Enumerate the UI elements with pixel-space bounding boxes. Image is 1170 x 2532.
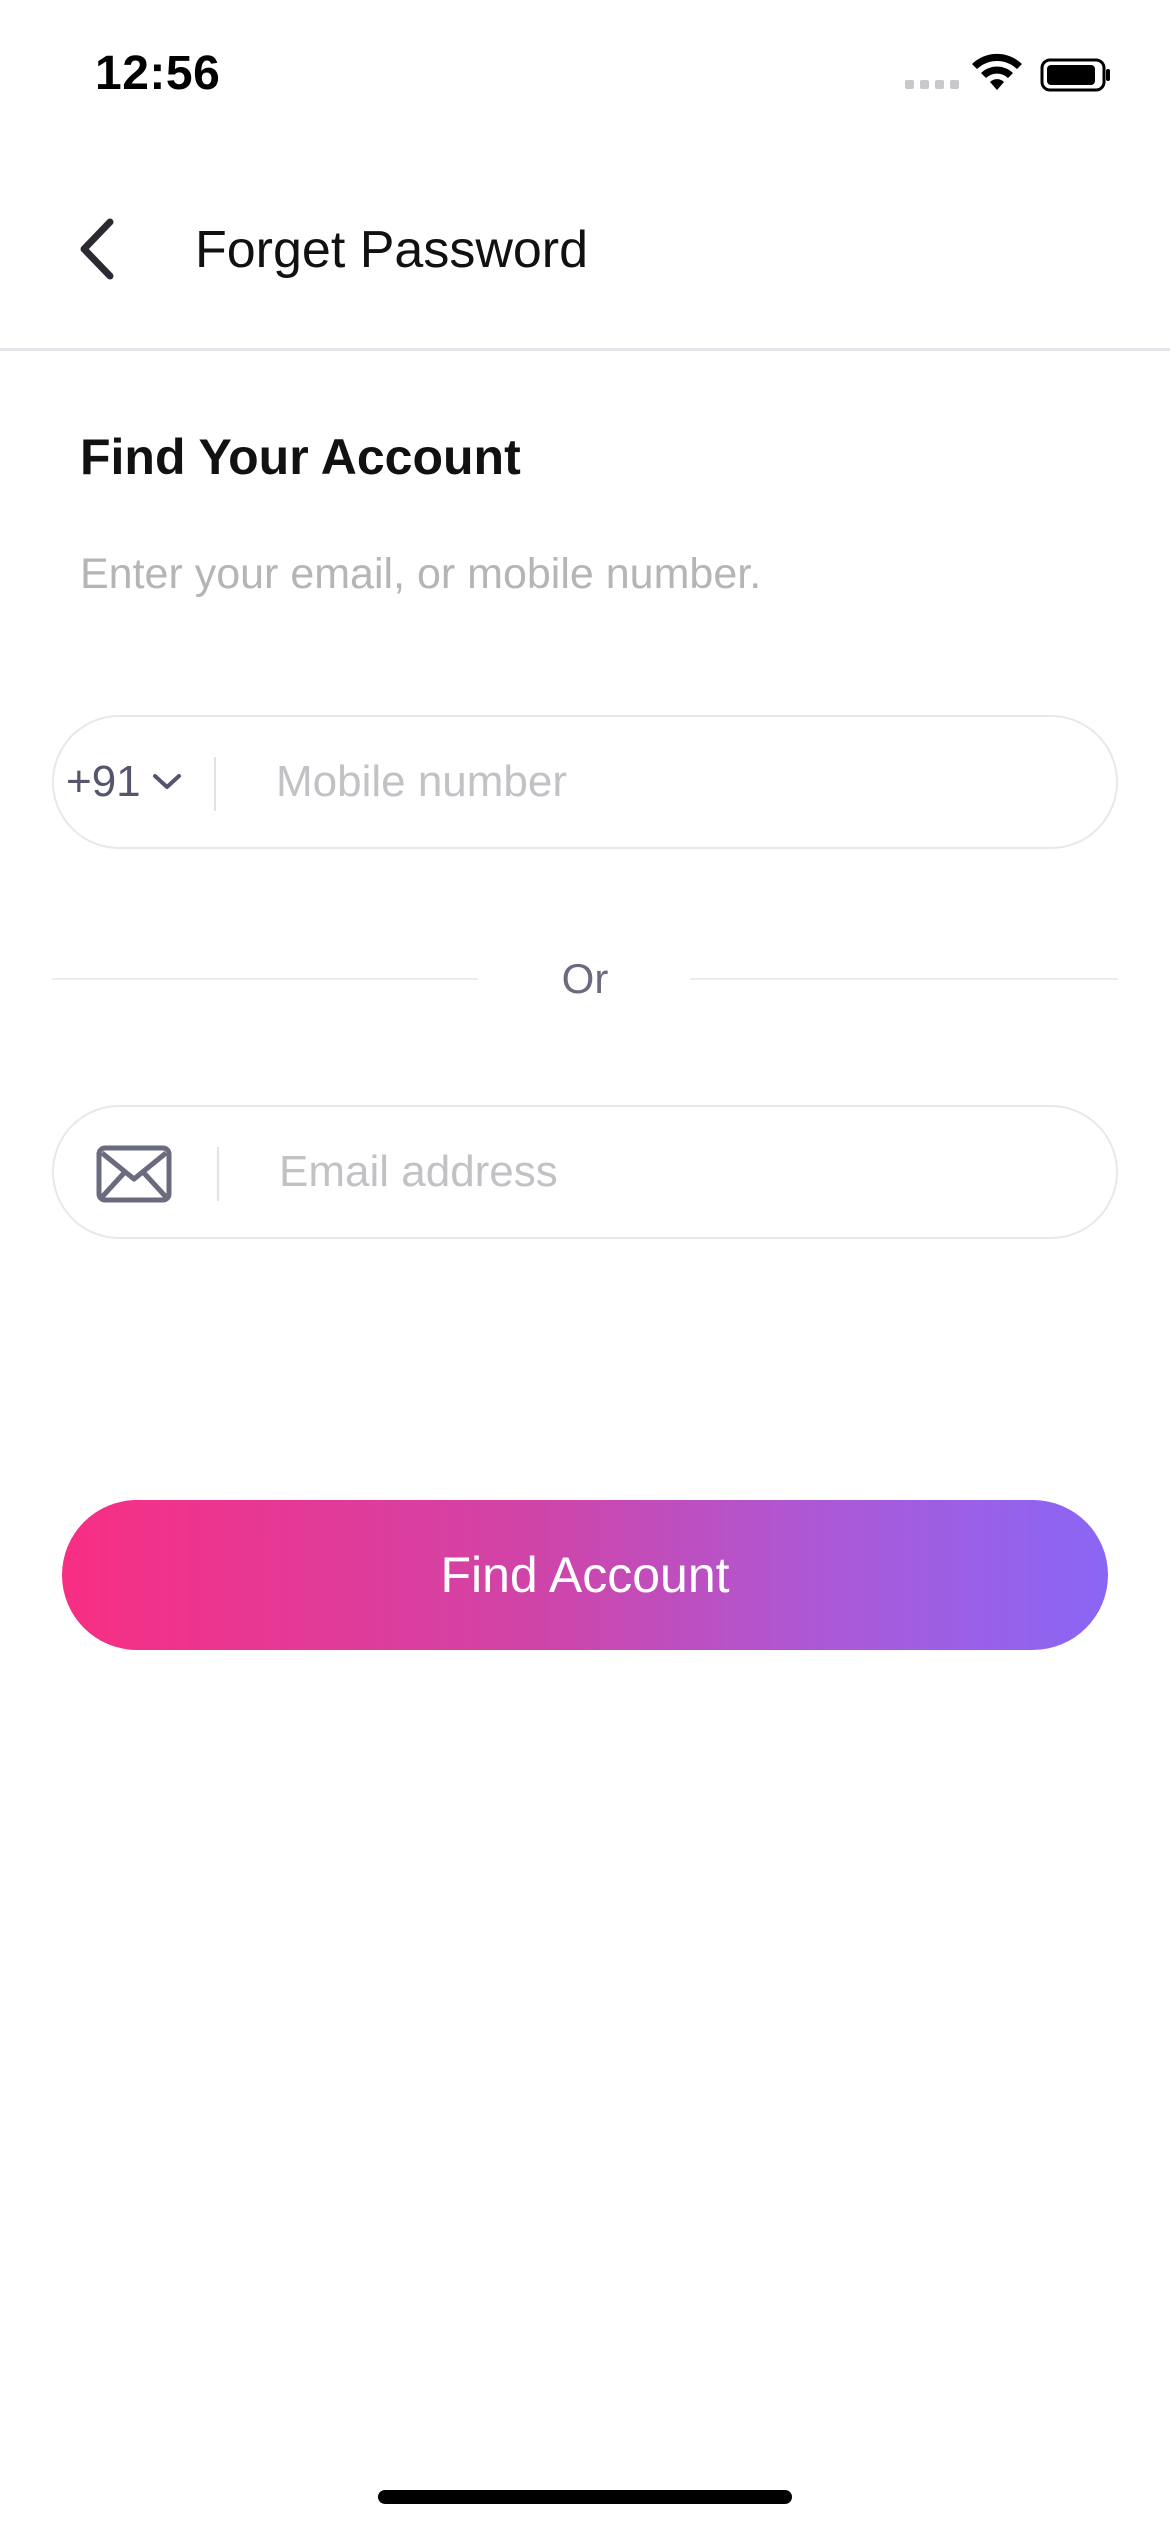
mail-icon bbox=[96, 1145, 172, 1203]
email-input[interactable] bbox=[279, 1107, 1099, 1237]
cellular-signal-icon bbox=[905, 80, 959, 89]
mobile-number-input[interactable] bbox=[276, 717, 1096, 847]
country-code-select[interactable]: +91 bbox=[66, 717, 183, 847]
home-indicator bbox=[378, 2490, 792, 2504]
field-divider bbox=[214, 757, 216, 811]
chevron-down-icon bbox=[152, 774, 181, 789]
mobile-number-field: +91 bbox=[52, 715, 1118, 849]
section-title: Find Your Account bbox=[80, 429, 521, 485]
or-separator: Or bbox=[52, 950, 1118, 1010]
wifi-icon bbox=[972, 53, 1022, 90]
separator-line-right bbox=[690, 978, 1118, 980]
back-button[interactable] bbox=[62, 214, 132, 284]
battery-icon bbox=[1040, 58, 1110, 92]
status-bar: 12:56 bbox=[0, 0, 1170, 150]
country-code-label: +91 bbox=[66, 757, 141, 806]
find-account-button[interactable]: Find Account bbox=[62, 1500, 1108, 1650]
email-address-field bbox=[52, 1105, 1118, 1239]
section-subtitle: Enter your email, or mobile number. bbox=[80, 550, 762, 598]
status-time: 12:56 bbox=[95, 47, 221, 100]
nav-header: Forget Password bbox=[0, 150, 1170, 351]
chevron-left-icon bbox=[80, 218, 114, 280]
page-title: Forget Password bbox=[195, 221, 589, 279]
field-divider bbox=[217, 1147, 219, 1201]
